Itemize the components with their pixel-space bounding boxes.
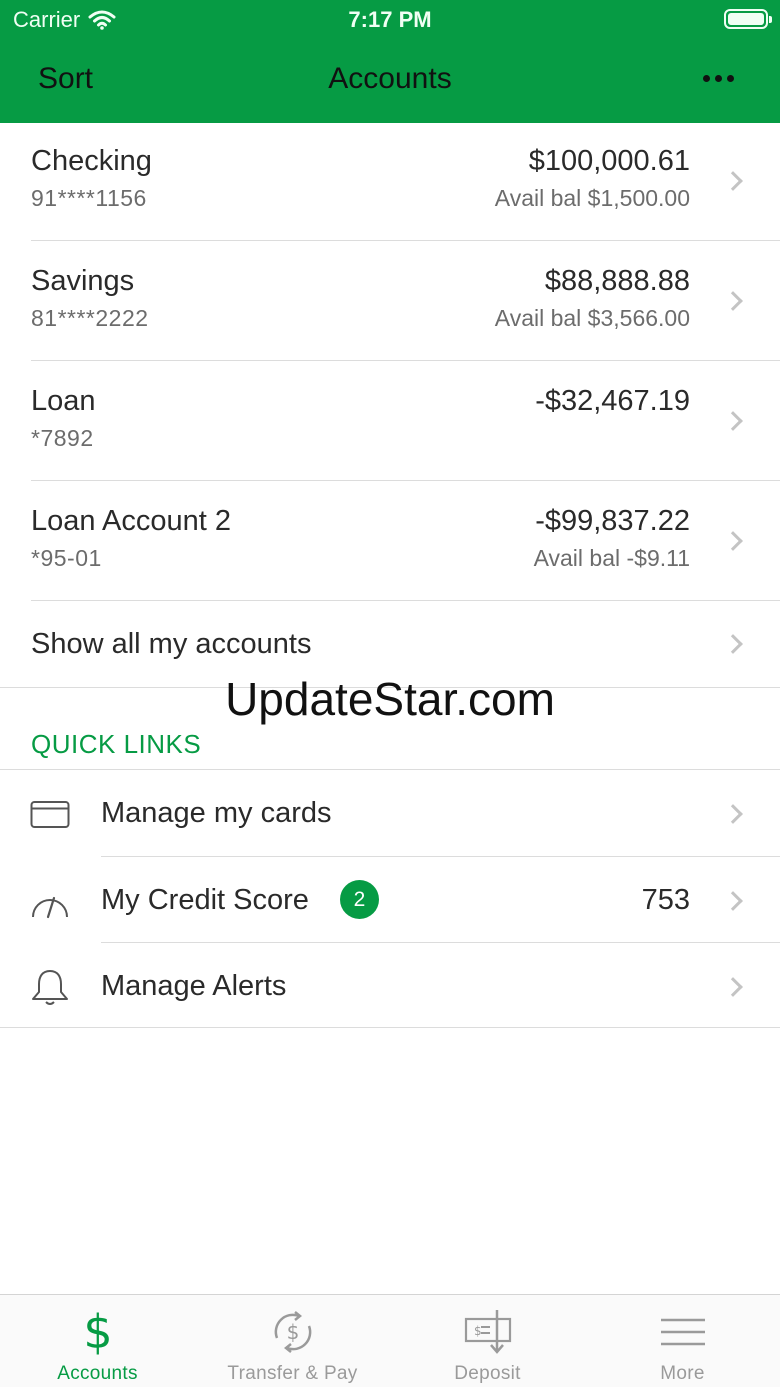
available-balance: Avail bal -$9.11 [533, 545, 690, 571]
chevron-right-icon [723, 531, 743, 551]
transfer-icon: $ [274, 1311, 311, 1353]
account-balance: $100,000.61 [528, 145, 690, 177]
account-row-loan-account-2[interactable]: Loan Account 2 *95-01 -$99,837.22 Avail … [0, 481, 780, 601]
tab-label: More [660, 1363, 705, 1384]
bell-icon [32, 970, 68, 1005]
account-balance: $88,888.88 [544, 265, 690, 297]
battery-icon [724, 9, 772, 29]
tab-accounts[interactable]: $ Accounts [0, 1295, 195, 1387]
chevron-right-icon [723, 171, 743, 191]
chevron-right-icon [723, 291, 743, 311]
quick-link-label: My Credit Score [101, 884, 309, 916]
quick-links-header: QUICK LINKS [31, 729, 202, 759]
tab-more[interactable]: More [585, 1295, 780, 1387]
tab-label: Transfer & Pay [227, 1363, 358, 1384]
account-name: Loan Account 2 [31, 505, 231, 537]
chevron-right-icon [723, 411, 743, 431]
account-row-checking[interactable]: Checking 91****1156 $100,000.61 Avail ba… [0, 121, 780, 241]
dollar-icon: $ [83, 1307, 112, 1357]
deposit-check-icon: $ [464, 1310, 511, 1354]
account-balance: -$99,837.22 [535, 505, 690, 537]
quick-link-credit-score[interactable]: My Credit Score 2 753 [0, 857, 780, 943]
account-row-savings[interactable]: Savings 81****2222 $88,888.88 Avail bal … [0, 241, 780, 361]
tab-label: Deposit [454, 1363, 521, 1384]
quick-link-manage-cards[interactable]: Manage my cards [0, 770, 780, 856]
chevron-right-icon [723, 804, 743, 824]
svg-text:$: $ [286, 1320, 299, 1344]
show-all-label: Show all my accounts [31, 628, 312, 660]
available-balance: Avail bal $1,500.00 [494, 185, 690, 211]
menu-icon [660, 1318, 705, 1346]
chevron-right-icon [723, 891, 743, 911]
page-title: Accounts [328, 62, 452, 95]
gauge-icon [32, 896, 68, 919]
status-time: 7:17 PM [348, 7, 432, 32]
account-name: Loan [31, 385, 96, 417]
account-name: Savings [31, 265, 135, 297]
card-icon [30, 801, 70, 828]
watermark-text: UpdateStar.com [225, 673, 555, 725]
tab-transfer-pay[interactable]: $ Transfer & Pay [195, 1295, 390, 1387]
account-number: 81****2222 [31, 305, 149, 331]
account-row-loan[interactable]: Loan *7892 -$32,467.19 [0, 361, 780, 481]
section-divider [0, 1027, 780, 1028]
account-number: *7892 [31, 425, 94, 451]
quick-link-label: Manage Alerts [101, 970, 287, 1002]
app-header: Carrier 7:17 PM Sort Accounts [0, 0, 780, 123]
quick-link-label: Manage my cards [101, 797, 332, 829]
svg-text:$: $ [474, 1324, 482, 1338]
account-balance: -$32,467.19 [535, 385, 690, 417]
tab-label: Accounts [57, 1363, 138, 1384]
account-name: Checking [31, 145, 152, 177]
chevron-right-icon [723, 634, 743, 654]
quick-link-manage-alerts[interactable]: Manage Alerts [0, 943, 780, 1029]
svg-text:$: $ [83, 1307, 112, 1357]
tab-deposit[interactable]: $ Deposit [390, 1295, 585, 1387]
credit-score-value: 753 [641, 884, 690, 916]
notification-badge: 2 [340, 880, 379, 919]
chevron-right-icon [723, 977, 743, 997]
account-number: *95-01 [31, 545, 102, 571]
tab-bar: $ Accounts $ Transfer & Pay $ Deposit Mo… [0, 1294, 780, 1387]
account-number: 91****1156 [31, 185, 147, 211]
more-options-icon[interactable] [703, 75, 734, 82]
status-bar: Carrier 7:17 PM [0, 0, 780, 40]
available-balance: Avail bal $3,566.00 [494, 305, 690, 331]
sort-button[interactable]: Sort [38, 62, 93, 96]
